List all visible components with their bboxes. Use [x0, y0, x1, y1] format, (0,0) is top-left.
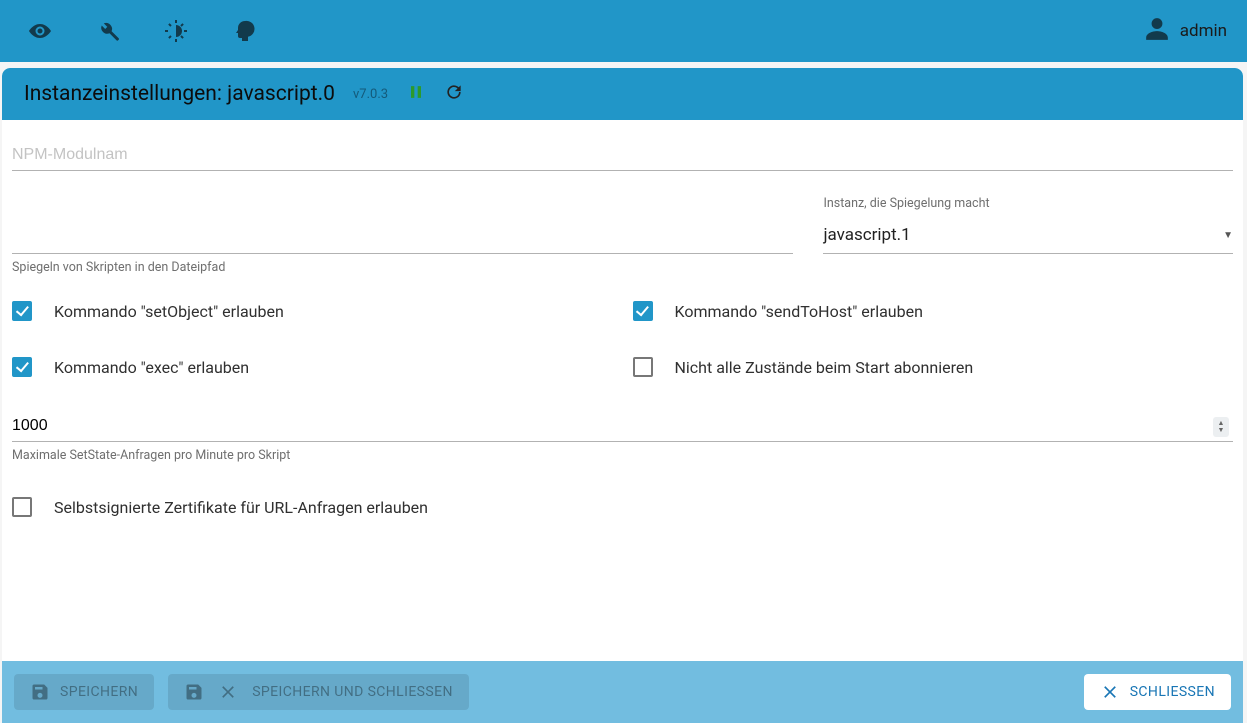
- footer-bar: Speichern Speichern und Schliessen Schli…: [2, 661, 1243, 723]
- wrench-icon[interactable]: [88, 11, 128, 51]
- checkbox-icon[interactable]: [633, 357, 653, 377]
- max-setstate-input[interactable]: [12, 407, 1233, 442]
- check-nosub[interactable]: Nicht alle Zustände beim Start abonniere…: [633, 357, 1234, 377]
- head-icon[interactable]: [224, 11, 264, 51]
- checkbox-icon[interactable]: [12, 497, 32, 517]
- close-icon: [218, 682, 238, 702]
- pause-icon[interactable]: [406, 82, 426, 106]
- check-exec-label: Kommando "exec" erlauben: [54, 358, 249, 377]
- eye-icon[interactable]: [20, 11, 60, 51]
- save-button[interactable]: Speichern: [14, 674, 154, 710]
- npm-module-field: [12, 136, 1233, 171]
- check-selfsigned[interactable]: Selbstsignierte Zertifikate für URL-Anfr…: [12, 497, 1233, 517]
- brightness-icon[interactable]: [156, 11, 196, 51]
- panel-header: Instanzeinstellungen: javascript.0 v7.0.…: [2, 68, 1243, 120]
- panel-body: Spiegeln von Skripten in den Dateipfad I…: [2, 120, 1243, 661]
- save-close-button[interactable]: Speichern und Schliessen: [168, 674, 469, 710]
- mirror-path-helper: Spiegeln von Skripten in den Dateipfad: [12, 260, 793, 275]
- panel-title: Instanzeinstellungen: javascript.0: [24, 82, 335, 106]
- number-stepper[interactable]: ▲▼: [1213, 417, 1229, 437]
- save-button-label: Speichern: [60, 684, 138, 700]
- max-setstate-helper: Maximale SetState-Anfragen pro Minute pr…: [12, 448, 1233, 463]
- close-button-label: Schliessen: [1130, 684, 1215, 700]
- settings-panel: Instanzeinstellungen: javascript.0 v7.0.…: [2, 68, 1243, 723]
- check-exec[interactable]: Kommando "exec" erlauben: [12, 357, 613, 377]
- check-sendtohost-label: Kommando "sendToHost" erlauben: [675, 302, 923, 321]
- check-nosub-label: Nicht alle Zustände beim Start abonniere…: [675, 358, 974, 377]
- close-button[interactable]: Schliessen: [1084, 674, 1231, 710]
- version-badge: v7.0.3: [353, 87, 388, 102]
- checkbox-icon[interactable]: [12, 357, 32, 377]
- appbar-left-icons: [20, 11, 264, 51]
- mirror-path-input[interactable]: [12, 195, 793, 254]
- refresh-icon[interactable]: [444, 82, 464, 106]
- user-menu[interactable]: admin: [1144, 16, 1227, 47]
- app-bar: admin: [0, 0, 1247, 62]
- save-icon: [184, 682, 204, 702]
- checkbox-icon[interactable]: [12, 301, 32, 321]
- save-icon: [30, 682, 50, 702]
- check-selfsigned-label: Selbstsignierte Zertifikate für URL-Anfr…: [54, 498, 428, 517]
- checkbox-icon[interactable]: [633, 301, 653, 321]
- mirror-path-field: Spiegeln von Skripten in den Dateipfad: [12, 195, 793, 275]
- check-sendtohost[interactable]: Kommando "sendToHost" erlauben: [633, 301, 1234, 321]
- user-label: admin: [1180, 21, 1227, 41]
- mirror-instance-label: Instanz, die Spiegelung macht: [823, 196, 1233, 211]
- mirror-instance-value: javascript.1: [823, 225, 910, 245]
- npm-module-input[interactable]: [12, 136, 1233, 171]
- person-icon: [1144, 16, 1170, 47]
- check-setobject-label: Kommando "setObject" erlauben: [54, 302, 284, 321]
- chevron-down-icon: ▼: [1223, 230, 1233, 241]
- close-icon: [1100, 682, 1120, 702]
- max-setstate-field: ▲▼ Maximale SetState-Anfragen pro Minute…: [12, 407, 1233, 463]
- save-close-button-label: Speichern und Schliessen: [252, 684, 453, 700]
- mirror-instance-select[interactable]: javascript.1 ▼: [823, 219, 1233, 254]
- check-setobject[interactable]: Kommando "setObject" erlauben: [12, 301, 613, 321]
